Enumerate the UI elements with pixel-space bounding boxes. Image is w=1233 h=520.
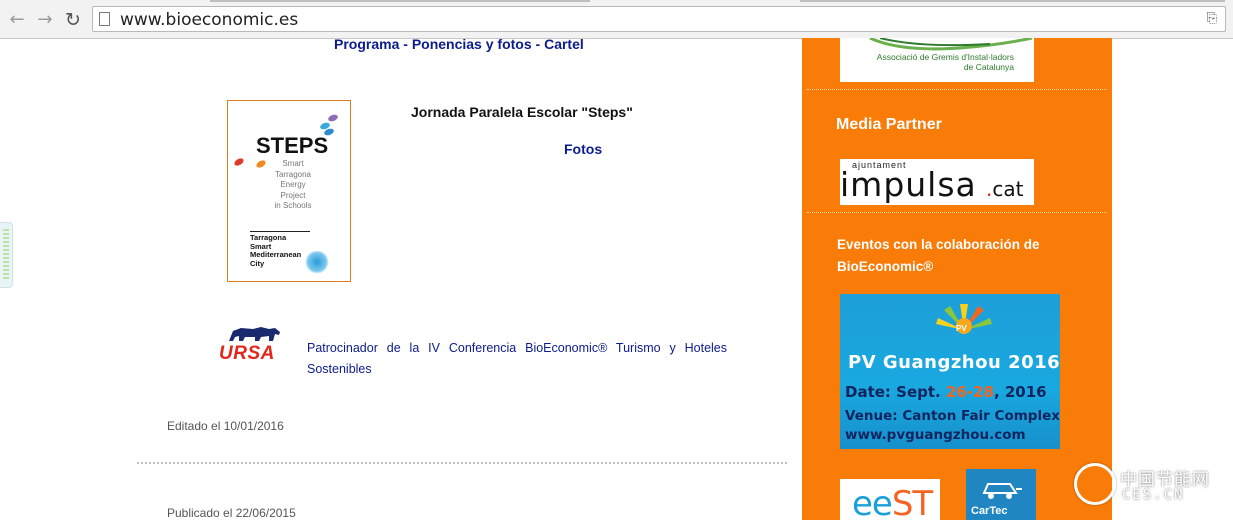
side-scroll-widget[interactable] [0, 222, 13, 288]
impulsa-big-text: impulsa [840, 165, 977, 204]
polar-bear-icon [229, 327, 280, 341]
ces-logo-icon [1074, 463, 1116, 505]
eest-logo[interactable]: eeST [840, 479, 940, 520]
footprint-icon [255, 158, 267, 170]
url-text[interactable]: www.bioeconomic.es [120, 10, 298, 30]
footprint-icon [233, 156, 245, 168]
programa-link[interactable]: Programa [334, 36, 399, 52]
impulsa-tld: .cat [986, 177, 1024, 201]
agremia-text: Associació de Gremis d'Instal·ladors de … [876, 52, 1014, 72]
cartec-logo[interactable]: CarTec [966, 469, 1036, 520]
watermark-en-text: CES.CN [1122, 487, 1185, 503]
pv-venue: Venue: Canton Fair Complex [845, 408, 1060, 424]
ces-watermark: 中国节能网 CES.CN [1074, 463, 1233, 513]
back-arrow-icon[interactable]: ← [6, 9, 28, 31]
ursa-logo[interactable]: URSA [219, 323, 291, 364]
page-icon [99, 12, 110, 26]
agremia-logo[interactable]: Associació de Gremis d'Instal·ladors de … [840, 38, 1034, 82]
steps-city-label: Tarragona Smart Mediterranean City [250, 231, 310, 268]
forward-arrow-icon[interactable]: → [34, 9, 56, 31]
sidebar-divider [807, 212, 1107, 213]
published-date: Publicado el 22/06/2015 [167, 506, 296, 520]
event-links: Programa - Ponencias y fotos - Cartel [334, 36, 584, 52]
pv-logo-text: PV [956, 324, 967, 333]
ponencias-link[interactable]: Ponencias y fotos [412, 36, 532, 52]
fotos-link[interactable]: Fotos [564, 141, 602, 157]
eventos-title: Eventos con la colaboración de BioEconom… [837, 237, 1040, 274]
splash-decoration [304, 251, 330, 273]
tab-strip-edge [800, 0, 1225, 2]
ursa-logo-text: URSA [219, 343, 275, 364]
reload-icon[interactable]: ↻ [62, 9, 84, 31]
media-partner-title: Media Partner [836, 116, 942, 133]
footprint-icon [327, 113, 339, 123]
cartec-logo-text: CarTec [971, 505, 1008, 517]
tab-strip-edge [210, 0, 590, 2]
impulsa-logo[interactable]: ajuntament impulsa .cat [840, 159, 1034, 205]
jornada-title: Jornada Paralela Escolar "Steps" [411, 104, 633, 120]
steps-title: STEPS [256, 133, 329, 158]
translate-icon[interactable]: ⎘ [1207, 11, 1217, 26]
pv-guangzhou-banner[interactable]: PV PV Guangzhou 2016 Date: Sept. 26-28, … [840, 294, 1060, 449]
edited-date: Editado el 10/01/2016 [167, 419, 284, 433]
link-separator: - [531, 36, 545, 52]
steps-subtitle: Smart Tarragona Energy Project in School… [274, 159, 312, 210]
sidebar-divider [807, 89, 1107, 90]
post-divider [137, 462, 787, 464]
eest-logo-text: eeST [852, 484, 933, 520]
link-separator: - [399, 36, 412, 52]
electric-car-icon [982, 483, 1022, 499]
sponsor-text: Patrocinador de la IV Conferencia BioEco… [307, 341, 727, 376]
address-bar[interactable]: www.bioeconomic.es ⎘ [92, 6, 1226, 32]
cartel-link[interactable]: Cartel [544, 36, 584, 52]
browser-toolbar: ← → ↻ www.bioeconomic.es ⎘ [0, 0, 1233, 39]
pv-date: Date: Sept. 26-28, 2016 [845, 383, 1047, 401]
pv-title: PV Guangzhou 2016 [848, 352, 1060, 373]
pv-site: www.pvguangzhou.com [845, 427, 1026, 443]
steps-poster-image[interactable]: STEPS Smart Tarragona Energy Project in … [227, 100, 351, 282]
sidebar: Associació de Gremis d'Instal·ladors de … [802, 38, 1112, 520]
